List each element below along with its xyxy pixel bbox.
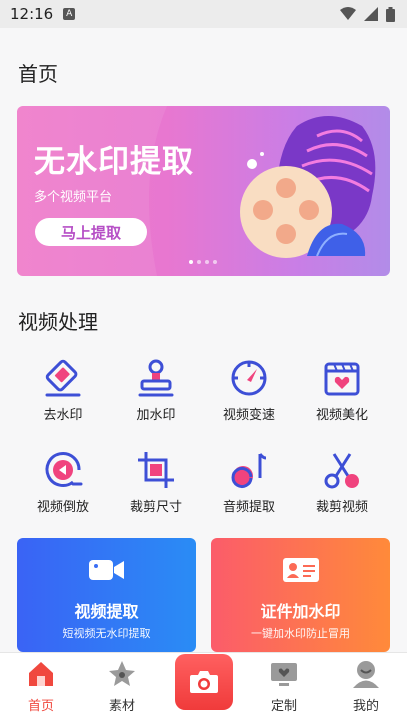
card-subtitle: 短视频无水印提取: [62, 627, 151, 640]
wifi-icon: [340, 7, 356, 20]
status-time: 12:16: [10, 5, 54, 23]
notification-icon: A: [63, 8, 76, 20]
tool-add-watermark[interactable]: 加水印: [111, 358, 201, 438]
section-title: 视频处理: [18, 310, 98, 334]
pager-dot: [197, 260, 201, 264]
banner-title: 无水印提取: [34, 144, 194, 180]
pager-dot: [213, 260, 217, 264]
user-icon: [353, 661, 379, 688]
banner-pager: [189, 260, 217, 264]
tool-audio-extract[interactable]: 音频提取: [204, 450, 294, 530]
card-subtitle: 一键加水印防止冒用: [251, 627, 350, 640]
tv-heart-icon: [271, 663, 297, 686]
stamp-icon: [138, 359, 174, 397]
scissors-icon: [324, 453, 359, 489]
camera-icon: [190, 671, 218, 693]
tool-label: 视频变速: [222, 408, 275, 423]
tab-custom[interactable]: 定制: [254, 659, 314, 714]
tool-label: 去水印: [43, 408, 83, 423]
tool-label: 加水印: [136, 408, 176, 423]
tab-mine[interactable]: 我的: [336, 659, 396, 714]
promo-banner[interactable]: 无水印提取 多个视频平台 马上提取: [17, 106, 390, 276]
crop-icon: [138, 452, 174, 488]
pager-dot: [205, 260, 209, 264]
tab-materials[interactable]: 素材: [92, 659, 152, 714]
tab-label: 素材: [108, 699, 135, 714]
tab-label: 首页: [27, 699, 54, 714]
heart-film-icon: [324, 362, 360, 396]
tool-remove-watermark[interactable]: 去水印: [18, 358, 108, 438]
tool-label: 视频倒放: [36, 500, 89, 515]
page-title: 首页: [18, 62, 58, 86]
tool-video-speed[interactable]: 视频变速: [204, 358, 294, 438]
signal-icon: [364, 7, 378, 21]
tool-video-beautify[interactable]: 视频美化: [297, 358, 387, 438]
card-title: 视频提取: [74, 602, 139, 621]
tab-label: 定制: [270, 699, 297, 714]
tool-video-reverse[interactable]: 视频倒放: [18, 450, 108, 530]
video-extract-card[interactable]: 视频提取 短视频无水印提取: [17, 538, 196, 652]
battery-icon: [386, 6, 395, 22]
extract-now-button[interactable]: 马上提取: [35, 218, 147, 246]
status-bar: 12:16 A: [0, 0, 407, 28]
tool-label: 视频美化: [315, 408, 368, 423]
banner-subtitle: 多个视频平台: [34, 190, 113, 205]
rewind-icon: [45, 452, 83, 487]
eraser-icon: [45, 359, 81, 397]
tool-label: 裁剪尺寸: [129, 500, 182, 515]
tool-label: 裁剪视频: [315, 500, 368, 515]
star-icon: [109, 661, 135, 686]
tab-label: 我的: [352, 699, 379, 714]
card-title: 证件加水印: [260, 602, 341, 621]
camera-button[interactable]: [175, 654, 233, 710]
tool-crop-size[interactable]: 裁剪尺寸: [111, 450, 201, 530]
speedometer-icon: [231, 360, 267, 396]
id-card-icon: [283, 558, 319, 582]
tool-label: 音频提取: [222, 500, 275, 515]
video-camera-icon: [89, 560, 124, 580]
tool-cut-video[interactable]: 裁剪视频: [297, 450, 387, 530]
home-icon: [29, 662, 53, 686]
pager-dot: [189, 260, 193, 264]
music-note-icon: [231, 453, 267, 488]
tab-home[interactable]: 首页: [11, 659, 71, 714]
id-watermark-card[interactable]: 证件加水印 一键加水印防止冒用: [211, 538, 390, 652]
